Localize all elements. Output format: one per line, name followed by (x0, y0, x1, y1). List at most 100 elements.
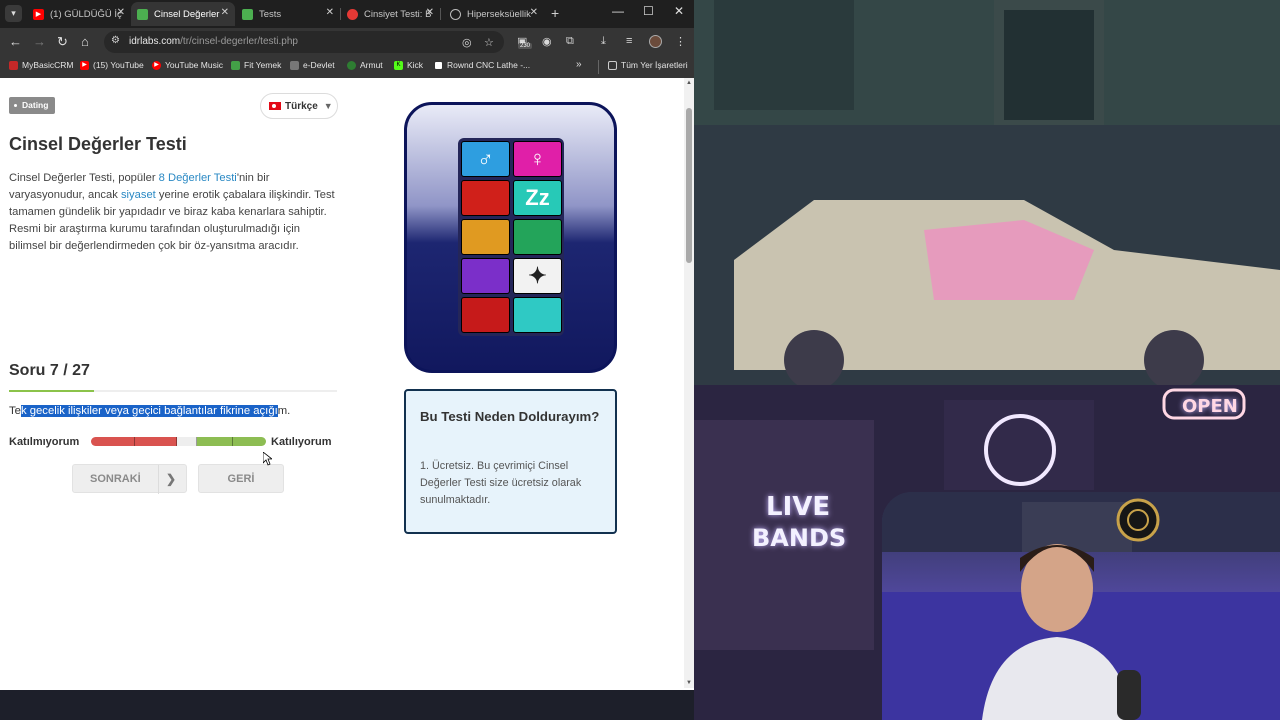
tab-search-button[interactable]: ▾ (5, 5, 22, 22)
crm-icon (9, 60, 18, 70)
tab-cinsiyet-testi[interactable]: Cinsiyet Testi: B ✕ (341, 2, 440, 26)
bookmark-label: Kick (407, 60, 424, 70)
webcam-feed (882, 492, 1280, 720)
scale-disagree[interactable] (135, 437, 177, 446)
back-arrow-icon[interactable]: ← (9, 34, 22, 49)
tab-cinsel-degerler[interactable]: Cinsel Değerler ✕ (131, 2, 235, 26)
new-tab-button[interactable]: + (551, 5, 559, 21)
close-icon[interactable]: ✕ (530, 7, 538, 18)
close-icon[interactable]: ✕ (221, 7, 229, 18)
scale-agree[interactable] (197, 437, 233, 446)
close-icon[interactable]: ✕ (426, 7, 434, 18)
info-box-body: 1. Ücretsiz. Bu çevrimiçi Cinsel Değerle… (420, 460, 582, 506)
browser-window: ▾ ▶ (1) GÜLDÜĞÜ İç ✕ Cinsel Değerler ✕ T… (0, 0, 694, 690)
scale-strongly-agree[interactable] (233, 437, 266, 446)
scroll-down-icon[interactable]: ▼ (686, 680, 692, 686)
armut-icon (347, 60, 356, 70)
bookmark-label: e-Devlet (303, 60, 335, 70)
scale-strongly-disagree[interactable] (91, 437, 135, 446)
all-bookmarks-folder[interactable]: Tüm Yer İşaretleri (608, 60, 688, 70)
address-bar[interactable]: ⚙ idrlabs.com/tr/cinsel-degerler/testi.p… (104, 31, 504, 53)
tool-icon (461, 219, 510, 255)
bookmark-fit-yemek[interactable]: Fit Yemek (231, 60, 281, 70)
bookmark-label: Tüm Yer İşaretleri (621, 60, 688, 70)
chevron-right-icon: ❯ (166, 472, 177, 486)
bookmark-kick[interactable]: K Kick (394, 60, 423, 70)
download-icon[interactable]: ⤓ (601, 35, 606, 48)
profile-avatar[interactable] (649, 35, 662, 48)
e-devlet-icon (290, 60, 299, 70)
url-domain: idrlabs.com (129, 36, 181, 47)
maximize-button[interactable]: ☐ (643, 4, 654, 18)
language-selector[interactable]: Türkçe ▼ (260, 93, 338, 119)
why-take-test-box: Bu Testi Neden Doldurayım? 1. Ücretsiz. … (404, 389, 617, 534)
chevron-right-icon[interactable]: » (576, 59, 582, 70)
tab-tests[interactable]: Tests ✕ (236, 2, 340, 26)
scroll-up-icon[interactable]: ▲ (686, 80, 692, 86)
purple-scene-icon (461, 258, 510, 294)
bookmark-rownd[interactable]: Rownd CNC Lathe -... (434, 60, 530, 70)
close-window-button[interactable]: ✕ (674, 4, 684, 18)
tab-youtube[interactable]: ▶ (1) GÜLDÜĞÜ İç ✕ (27, 2, 131, 26)
site-info-icon[interactable]: ⚙ (111, 35, 120, 46)
download-count-badge: 230 (518, 43, 533, 49)
scale-disagree-label: Katılmıyorum (9, 436, 80, 448)
puzzle-icon[interactable]: ⧉ (566, 35, 574, 48)
bookmark-youtube-music[interactable]: ▶ YouTube Music (152, 60, 223, 70)
red-scene-2-icon (461, 297, 510, 333)
question-text: Tek gecelik ilişkiler veya geçici bağlan… (9, 405, 290, 417)
bookmark-e-devlet[interactable]: e-Devlet (290, 60, 335, 70)
eye-off-icon[interactable]: ◎ (462, 36, 472, 49)
neon-live-sign: LIVE (766, 492, 831, 522)
url-text: idrlabs.com/tr/cinsel-degerler/testi.php (129, 36, 298, 47)
next-button[interactable]: SONRAKİ ❯ (72, 464, 187, 494)
star-icon[interactable]: ☆ (484, 36, 494, 49)
ad-block-icon[interactable]: ◉ (542, 35, 552, 48)
bookmark-label: Rownd CNC Lathe -... (447, 60, 531, 70)
question-text-part: m. (277, 405, 291, 417)
page-scrollbar[interactable]: ▲ ▼ (684, 78, 694, 688)
tab-title: Tests (259, 8, 282, 20)
turkey-flag-icon (269, 102, 281, 110)
neon-bands-sign: BANDS (752, 524, 847, 552)
button-divider (158, 465, 159, 494)
close-icon[interactable]: ✕ (326, 7, 334, 18)
question-counter: Soru 7 / 27 (9, 362, 90, 379)
tab-title: Hiperseksüellik (467, 8, 531, 20)
bookmark-mybasiccrm[interactable]: MyBasicCRM (9, 60, 73, 70)
menu-icon[interactable]: ⋮ (675, 35, 686, 48)
sparkles-icon: ✦ (513, 258, 562, 294)
scale-neutral[interactable] (177, 437, 197, 446)
tab-bar: ▾ ▶ (1) GÜLDÜĞÜ İç ✕ Cinsel Değerler ✕ T… (0, 0, 694, 28)
bookmark-youtube[interactable]: ▶ (15) YouTube (80, 60, 144, 70)
bookmark-label: Fit Yemek (244, 60, 282, 70)
link-politics[interactable]: siyaset (121, 189, 156, 201)
tab-hiperseksuellik[interactable]: Hiperseksüellik ✕ (444, 2, 544, 26)
back-button[interactable]: GERİ (198, 464, 284, 493)
chevron-down-icon: ▼ (323, 101, 333, 111)
forward-arrow-icon[interactable]: → (33, 34, 46, 49)
bed-icon (513, 297, 562, 333)
mouse-cursor-icon (263, 452, 272, 466)
bookmark-label: YouTube Music (165, 60, 223, 70)
next-button-label: SONRAKİ (90, 473, 141, 485)
folder-icon (608, 60, 617, 70)
minimize-button[interactable]: — (612, 4, 624, 18)
intro-text: Cinsel Değerler Testi, popüler (9, 172, 159, 184)
scrollbar-thumb[interactable] (686, 108, 692, 263)
bookmark-armut[interactable]: Armut (347, 60, 383, 70)
webcam-person (882, 492, 1280, 720)
close-icon[interactable]: ✕ (117, 7, 125, 18)
url-path: /tr/cinsel-degerler/testi.php (180, 36, 298, 47)
link-8-values[interactable]: 8 Değerler Testi (159, 172, 237, 184)
globe-icon (450, 8, 461, 20)
reload-icon[interactable]: ↻ (57, 34, 68, 50)
media-icon[interactable]: ≡ (626, 35, 632, 47)
tab-title: Cinsel Değerler (154, 8, 220, 20)
question-text-selection: k gecelik ilişkiler veya geçici bağlantı… (20, 405, 278, 417)
breadcrumb[interactable]: Dating (9, 97, 56, 114)
test-cover-image: ♂ ♀ Zz ✦ (404, 102, 617, 373)
leaf-icon (231, 60, 240, 70)
home-icon[interactable]: ⌂ (81, 34, 89, 49)
bottom-strip (0, 690, 694, 720)
